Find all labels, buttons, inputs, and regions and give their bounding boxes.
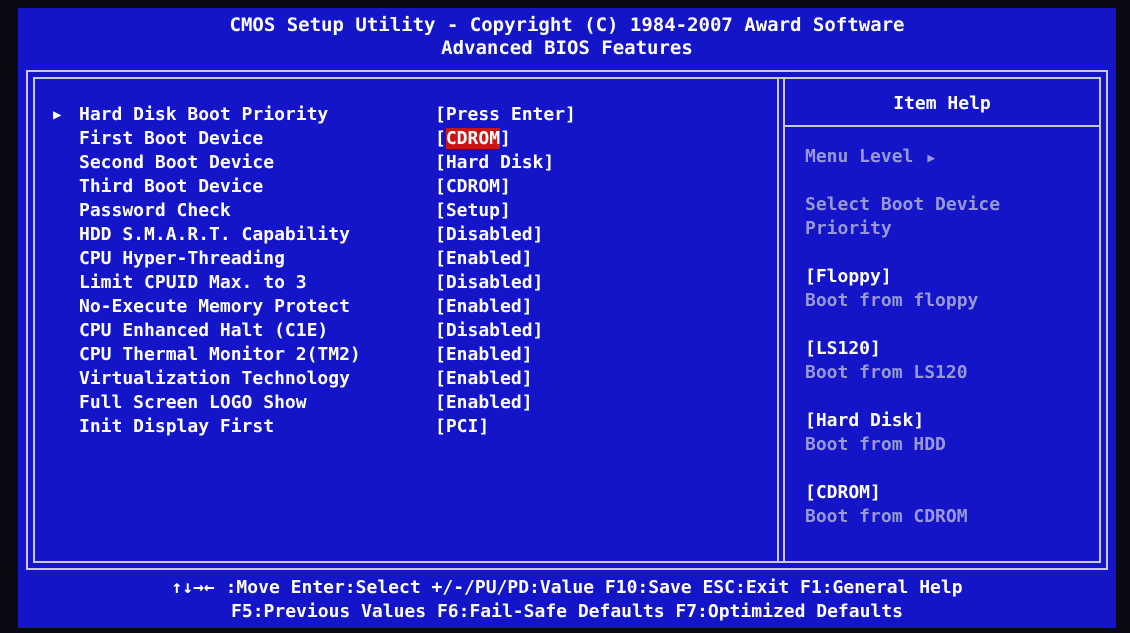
key-hint-general-help: F1:General Help [800,577,963,598]
main-frame-inner: ▶ Hard Disk Boot Priority [Press Enter] F… [33,77,1101,563]
key-legend-line-1: ↑↓→← :Move Enter:Select +/-/PU/PD:Value … [18,576,1116,600]
key-hint-exit: ESC:Exit [702,577,790,598]
settings-list: ▶ Hard Disk Boot Priority [Press Enter] F… [53,103,576,439]
setting-row-tm2[interactable]: CPU Thermal Monitor 2(TM2) [Enabled] [79,343,576,367]
setting-value[interactable]: [Hard Disk] [435,152,554,173]
menu-level-triangle-icon: ▶ [927,151,936,166]
setting-row-no-execute[interactable]: No-Execute Memory Protect [Enabled] [79,295,576,319]
setting-row-second-boot-device[interactable]: Second Boot Device [Hard Disk] [79,151,576,175]
key-hint-previous-values: F5:Previous Values [231,601,427,622]
main-frame: ▶ Hard Disk Boot Priority [Press Enter] F… [26,70,1108,570]
setting-value[interactable]: [Enabled] [435,368,533,389]
help-desc-line: Priority [805,218,892,239]
help-option-desc: Boot from HDD [805,434,946,455]
setting-label: No-Execute Memory Protect [79,296,350,317]
help-option-name: [CDROM] [805,482,881,503]
help-option-desc: Boot from LS120 [805,362,968,383]
panel-divider-inner [783,79,785,561]
help-option-name: [Hard Disk] [805,410,925,431]
setting-value[interactable]: [Disabled] [435,224,543,245]
setting-label: Hard Disk Boot Priority [79,104,329,125]
panel-divider [777,79,779,561]
value-bracket-close: ] [500,128,511,149]
setting-row-third-boot-device[interactable]: Third Boot Device [CDROM] [79,175,576,199]
setting-value[interactable]: [Enabled] [435,248,533,269]
header: CMOS Setup Utility - Copyright (C) 1984-… [18,8,1116,66]
setting-label: Limit CPUID Max. to 3 [79,272,307,293]
setting-row-password-check[interactable]: Password Check [Setup] [79,199,576,223]
setting-label: Second Boot Device [79,152,275,173]
setting-label: Third Boot Device [79,176,264,197]
setting-label: CPU Enhanced Halt (C1E) [79,320,329,341]
setting-label: Full Screen LOGO Show [79,392,307,413]
key-hint-fail-safe-defaults: F6:Fail-Safe Defaults [436,601,665,622]
setting-label: Init Display First [79,416,275,437]
value-bracket-open: [ [435,128,446,149]
key-hint-save: F10:Save [604,577,692,598]
setting-value[interactable]: [Press Enter] [435,104,576,125]
help-desc-line: Select Boot Device [805,194,1001,215]
setting-row-init-display[interactable]: Init Display First [PCI] [79,415,576,439]
setting-value[interactable]: [CDROM] [435,128,511,149]
setting-value[interactable]: [Enabled] [435,392,533,413]
menu-level-label: Menu Level [805,146,914,167]
setting-row-hard-disk-boot-priority[interactable]: ▶ Hard Disk Boot Priority [Press Enter] [53,103,576,127]
key-legend-line-2: F5:Previous Values F6:Fail-Safe Defaults… [18,600,1116,624]
bios-screen: CMOS Setup Utility - Copyright (C) 1984-… [18,8,1116,628]
selected-value-highlight[interactable]: CDROM [445,128,501,149]
item-help-title: Item Help [893,93,991,114]
submenu-triangle-icon: ▶ [53,107,62,123]
help-title-separator [785,125,1099,127]
setting-label: CPU Thermal Monitor 2(TM2) [79,344,361,365]
item-help-panel: Menu Level ▶ Select Boot Device Priority … [805,145,1000,529]
help-option-name: [LS120] [805,338,881,359]
setting-value[interactable]: [PCI] [435,416,489,437]
header-subtitle: Advanced BIOS Features [441,37,693,59]
setting-row-first-boot-device[interactable]: First Boot Device [CDROM] [79,127,576,151]
setting-label: First Boot Device [79,128,264,149]
setting-value[interactable]: [CDROM] [435,176,511,197]
key-hint-move: ↑↓→← :Move [171,577,280,598]
setting-row-cpu-hyper-threading[interactable]: CPU Hyper-Threading [Enabled] [79,247,576,271]
setting-label: Password Check [79,200,231,221]
setting-value[interactable]: [Disabled] [435,320,543,341]
menu-level: Menu Level ▶ [805,145,1000,169]
setting-value[interactable]: [Setup] [435,200,511,221]
key-legend: ↑↓→← :Move Enter:Select +/-/PU/PD:Value … [18,576,1116,624]
help-option-name: [Floppy] [805,266,892,287]
setting-row-logo-show[interactable]: Full Screen LOGO Show [Enabled] [79,391,576,415]
setting-row-limit-cpuid[interactable]: Limit CPUID Max. to 3 [Disabled] [79,271,576,295]
header-title: CMOS Setup Utility - Copyright (C) 1984-… [229,14,905,36]
setting-label: HDD S.M.A.R.T. Capability [79,224,350,245]
key-hint-value: +/-/PU/PD:Value [431,577,595,598]
setting-row-hdd-smart[interactable]: HDD S.M.A.R.T. Capability [Disabled] [79,223,576,247]
setting-row-virtualization[interactable]: Virtualization Technology [Enabled] [79,367,576,391]
setting-value[interactable]: [Enabled] [435,296,533,317]
help-option-desc: Boot from CDROM [805,506,968,527]
help-option-desc: Boot from floppy [805,290,979,311]
setting-label: CPU Hyper-Threading [79,248,285,269]
key-hint-optimized-defaults: F7:Optimized Defaults [675,601,903,622]
key-hint-select: Enter:Select [290,577,421,598]
setting-value[interactable]: [Disabled] [435,272,543,293]
setting-value[interactable]: [Enabled] [435,344,533,365]
setting-row-c1e[interactable]: CPU Enhanced Halt (C1E) [Disabled] [79,319,576,343]
setting-label: Virtualization Technology [79,368,350,389]
